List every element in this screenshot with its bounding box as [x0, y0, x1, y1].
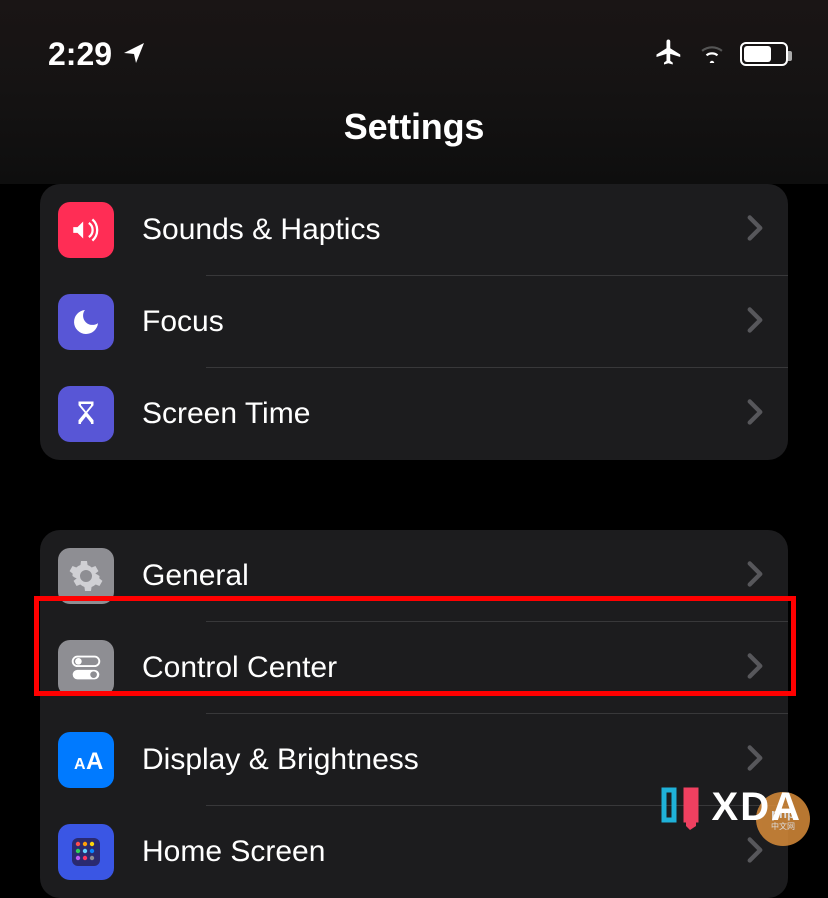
status-time: 2:29 — [48, 36, 112, 73]
battery-icon — [740, 42, 788, 66]
row-focus[interactable]: Focus — [40, 276, 788, 368]
row-label: Control Center — [142, 651, 746, 685]
row-label: Sounds & Haptics — [142, 213, 746, 247]
row-label: General — [142, 559, 746, 593]
svg-text:A: A — [74, 756, 86, 773]
text-size-icon: A A — [58, 732, 114, 788]
row-general[interactable]: General — [40, 530, 788, 622]
status-left: 2:29 — [48, 36, 146, 73]
speaker-icon — [58, 202, 114, 258]
chevron-right-icon — [746, 744, 764, 777]
settings-group-1: Sounds & Haptics Focus Screen Time — [40, 184, 788, 460]
hourglass-icon — [58, 386, 114, 442]
xda-watermark: XDA — [660, 785, 802, 830]
chevron-right-icon — [746, 214, 764, 247]
status-right — [654, 37, 788, 72]
chevron-right-icon — [746, 652, 764, 685]
row-screen-time[interactable]: Screen Time — [40, 368, 788, 460]
moon-icon — [58, 294, 114, 350]
page-title: Settings — [0, 106, 828, 148]
row-label: Focus — [142, 305, 746, 339]
row-sounds-haptics[interactable]: Sounds & Haptics — [40, 184, 788, 276]
toggles-icon — [58, 640, 114, 696]
row-label: Display & Brightness — [142, 743, 746, 777]
xda-logo-icon — [660, 786, 700, 830]
row-control-center[interactable]: Control Center — [40, 622, 788, 714]
gear-icon — [58, 548, 114, 604]
xda-text: XDA — [712, 785, 802, 830]
airplane-icon — [654, 37, 684, 72]
row-label: Screen Time — [142, 397, 746, 431]
wifi-icon — [698, 41, 726, 68]
chevron-right-icon — [746, 398, 764, 431]
page-header: Settings — [0, 88, 828, 184]
svg-text:A: A — [86, 748, 103, 775]
grid-icon — [58, 824, 114, 880]
settings-group-2: General Control Center A A Display & Bri… — [40, 530, 788, 898]
chevron-right-icon — [746, 560, 764, 593]
location-icon — [122, 36, 146, 73]
status-bar: 2:29 — [0, 0, 828, 88]
chevron-right-icon — [746, 306, 764, 339]
